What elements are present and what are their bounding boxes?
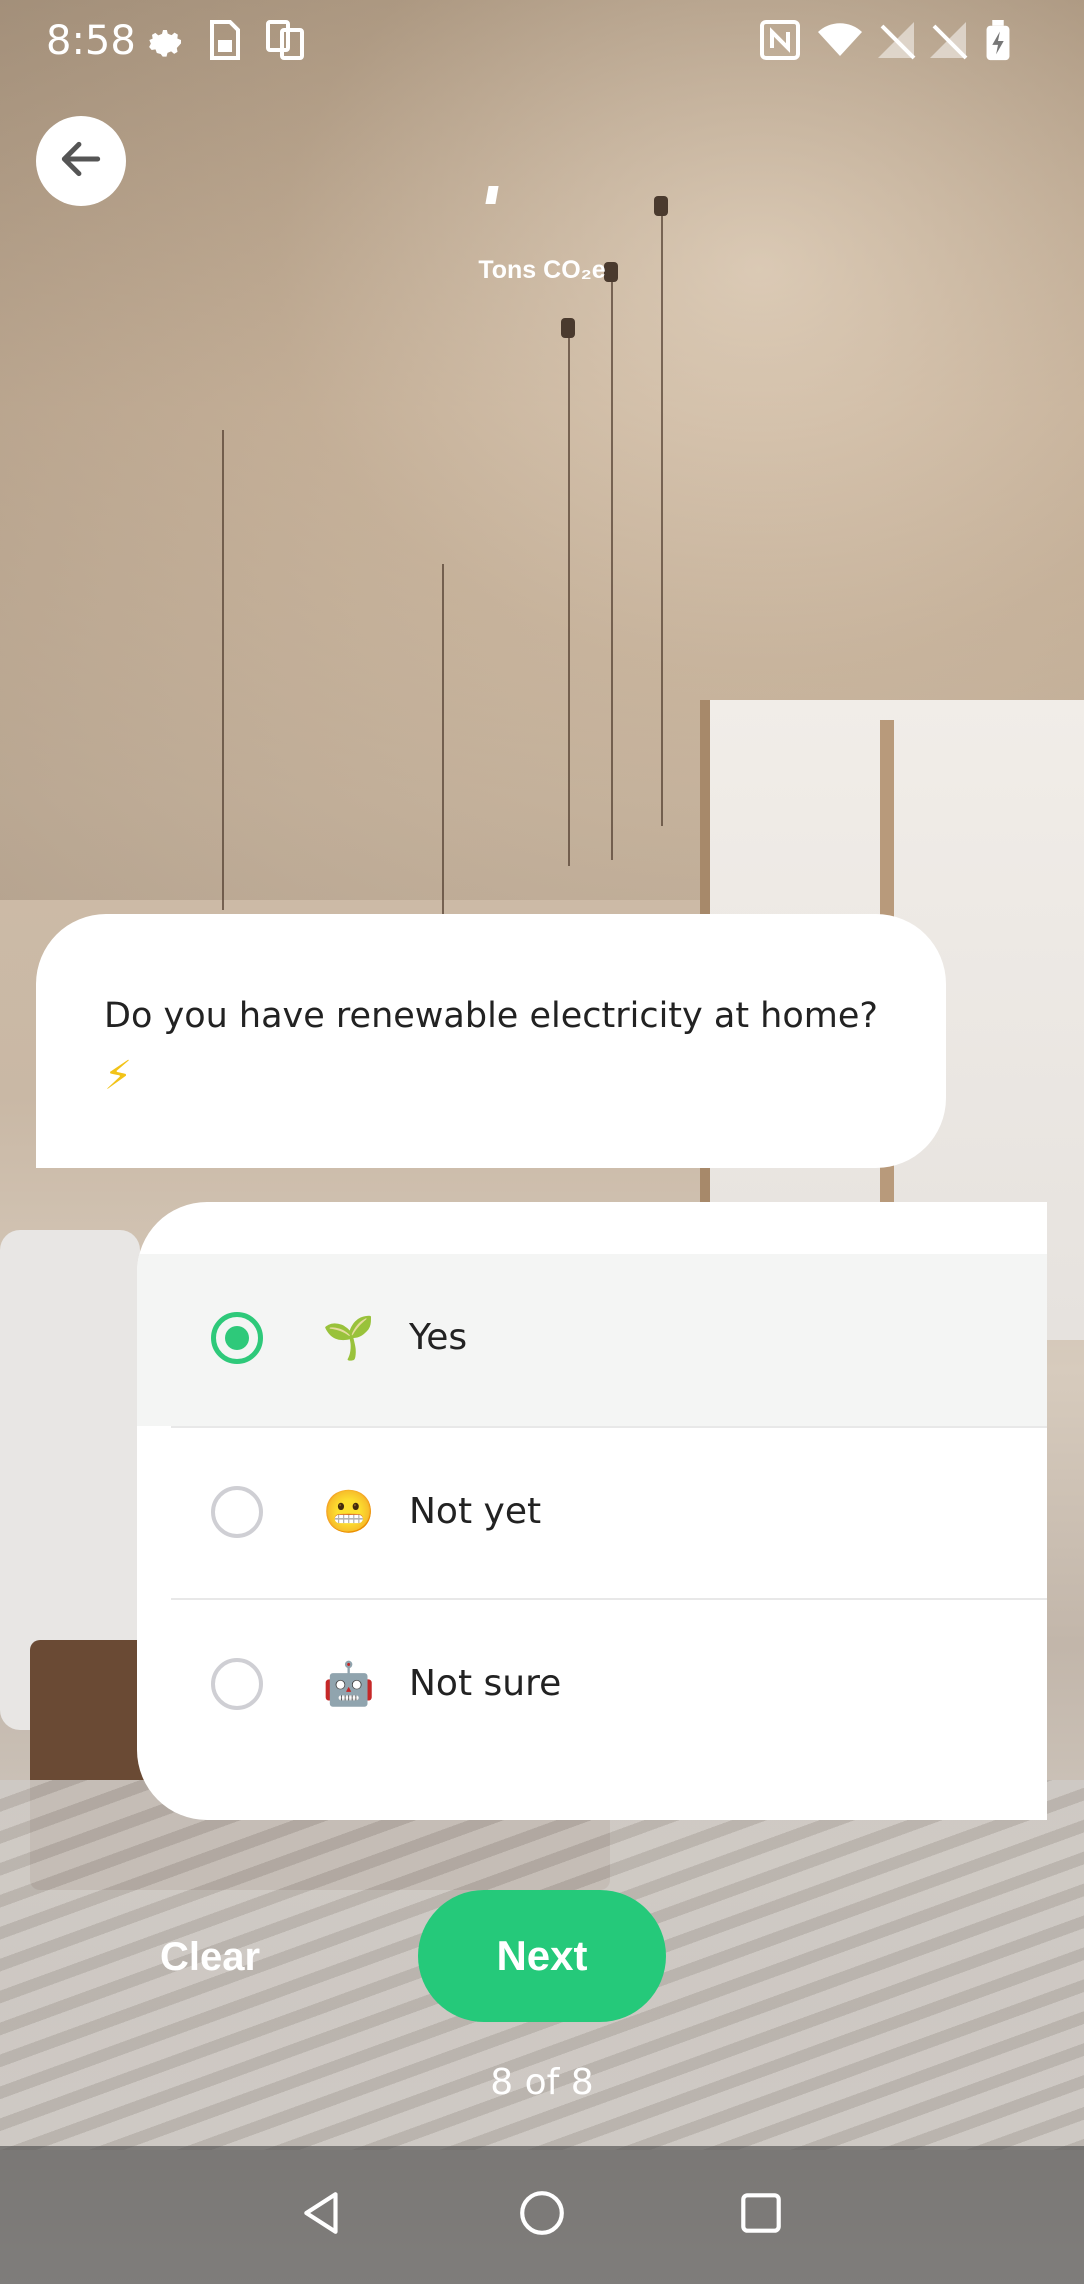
nav-recents-icon	[736, 2188, 786, 2242]
screen-mirror-icon	[266, 20, 306, 69]
option-label: Not yet	[409, 1491, 542, 1532]
pendant-lamp	[654, 196, 668, 216]
radio-unselected[interactable]	[211, 1658, 263, 1710]
option-not-sure[interactable]: 🤖 Not sure	[137, 1600, 1047, 1772]
robot-icon: 🤖	[322, 1659, 376, 1708]
co2-unit-label: Tons CO₂e	[478, 256, 606, 284]
clear-button[interactable]: Clear	[120, 1920, 300, 1994]
option-not-yet[interactable]: 😬 Not yet	[137, 1428, 1047, 1600]
nav-home-button[interactable]	[509, 2182, 575, 2248]
question-text: Do you have renewable electricity at hom…	[104, 986, 924, 1108]
signal-off-icon	[928, 20, 968, 69]
radio-unselected[interactable]	[211, 1486, 263, 1538]
nav-recents-button[interactable]	[728, 2182, 794, 2248]
status-time: 8:58	[46, 18, 136, 64]
status-bar: 8:58	[0, 0, 1084, 84]
lightning-icon: ⚡	[104, 1053, 133, 1099]
option-label: Not sure	[409, 1663, 562, 1704]
sim-card-icon	[210, 20, 240, 69]
navigation-bar	[0, 2146, 1084, 2284]
radio-selected[interactable]	[211, 1312, 263, 1364]
back-button[interactable]	[36, 116, 126, 206]
settings-icon	[146, 20, 186, 69]
grimace-face-icon: 😬	[322, 1487, 376, 1536]
nav-back-button[interactable]	[290, 2182, 356, 2248]
pendant-lamp	[561, 318, 575, 338]
pendant-wire	[442, 564, 444, 914]
signal-off-icon	[876, 20, 916, 69]
nav-home-icon	[517, 2188, 567, 2242]
answer-options: 🌱 Yes 😬 Not yet 🤖 Not sure	[137, 1202, 1047, 1820]
seedling-icon: 🌱	[322, 1313, 376, 1362]
pendant-wire	[568, 326, 570, 866]
pendant-wire	[222, 430, 224, 910]
pendant-wire	[611, 280, 613, 860]
battery-charging-icon	[984, 20, 1012, 71]
pendant-wire	[661, 206, 663, 826]
wifi-icon	[818, 20, 862, 69]
nfc-icon	[760, 20, 800, 69]
option-label: Yes	[409, 1317, 468, 1358]
option-yes[interactable]: 🌱 Yes	[137, 1254, 1047, 1426]
question-label: Do you have renewable electricity at hom…	[104, 996, 878, 1036]
nav-back-icon	[298, 2188, 348, 2242]
progress-indicator: 8 of 8	[490, 2062, 594, 2103]
question-card: Do you have renewable electricity at hom…	[36, 914, 946, 1168]
next-button[interactable]: Next	[418, 1890, 666, 2022]
arrow-left-icon	[56, 134, 106, 188]
